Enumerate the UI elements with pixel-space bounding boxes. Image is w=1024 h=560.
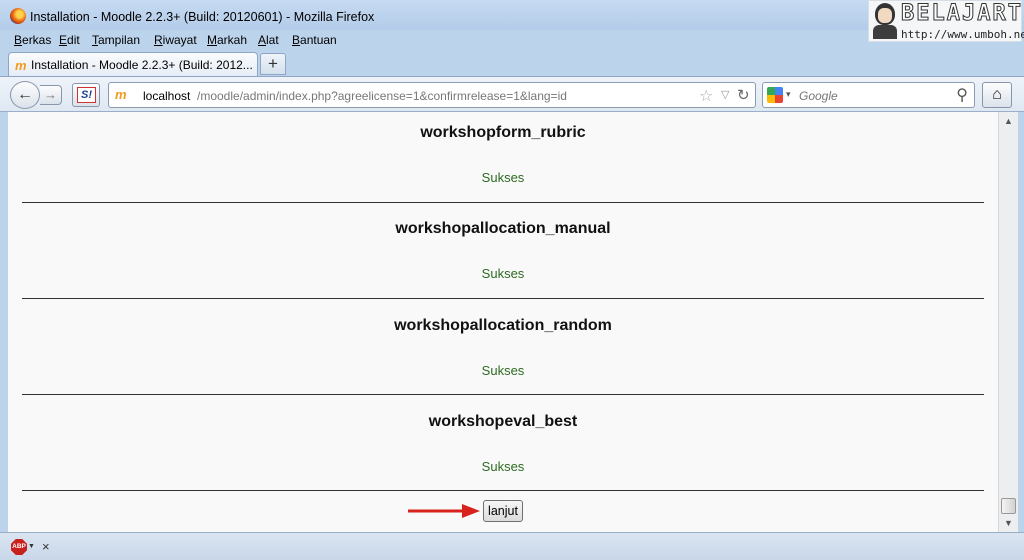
section-divider [22,202,984,203]
status-success: Sukses [481,459,525,474]
status-success: Sukses [481,363,525,378]
plugin-heading: workshopallocation_random [394,317,612,334]
addon-bar: ABP ▼ × [0,532,1024,560]
scroll-down-arrow-icon[interactable]: ▼ [999,514,1018,532]
url-bar[interactable]: m localhost /moodle/admin/index.php?agre… [108,82,756,108]
back-button[interactable]: ← [10,81,40,109]
home-button[interactable]: ⌂ [982,82,1012,108]
si-addon-button[interactable]: S! [72,83,100,107]
section-divider [22,394,984,395]
url-history-dropdown-icon[interactable]: ▽ [721,88,729,101]
tab-strip: m Installation - Moodle 2.2.3+ (Build: 2… [0,50,1024,76]
plugin-heading: workshopallocation_manual [395,220,611,237]
continue-button[interactable]: lanjut [483,500,523,522]
menu-item-alat[interactable]: Alat [258,33,279,47]
menu-item-riwayat[interactable]: Riwayat [154,33,197,47]
search-input[interactable]: Google [799,89,838,103]
plugin-heading: workshopeval_best [428,413,578,430]
annotation-arrow-icon [408,504,480,518]
close-addon-bar-icon[interactable]: × [42,539,50,554]
menu-item-markah[interactable]: Markah [207,33,247,47]
google-engine-icon[interactable] [767,87,783,103]
site-favicon-icon: m [115,87,127,102]
watermark-logo-text: BELAJARTIK [900,1,1024,27]
scroll-up-arrow-icon[interactable]: ▲ [999,112,1018,130]
new-tab-button[interactable]: + [260,53,286,75]
adblock-dropdown-icon[interactable]: ▼ [28,543,35,550]
search-engine-dropdown-icon[interactable]: ▾ [786,89,791,100]
window-left-frame [0,112,8,532]
forward-button[interactable]: → [40,85,62,105]
menu-item-tampilan[interactable]: Tampilan [92,33,140,47]
plugin-heading: workshopform_rubric [420,124,586,141]
url-host: localhost [143,89,191,103]
url-path: /moodle/admin/index.php?agreelicense=1&c… [197,89,567,103]
menu-bar: Berkas Edit Tampilan Riwayat Markah Alat… [0,30,868,50]
tab-moodle-installation[interactable]: m Installation - Moodle 2.2.3+ (Build: 2… [8,52,258,76]
status-success: Sukses [481,266,525,281]
search-icon[interactable]: ⚲ [956,85,968,105]
firefox-icon [10,8,26,24]
menu-item-berkas[interactable]: Berkas [14,33,51,47]
watermark-logo: BELAJARTIK http://www.umboh.net [868,0,1024,42]
tab-title: Installation - Moodle 2.2.3+ (Build: 201… [31,58,253,72]
scrollbar-thumb[interactable] [1001,498,1016,514]
bookmark-star-icon[interactable]: ☆ [699,86,713,106]
section-divider [22,298,984,299]
page-content: workshopform_rubric Sukses workshopalloc… [8,112,998,532]
search-bar[interactable]: ▾ Google ⚲ [762,82,975,108]
vertical-scrollbar[interactable]: ▲ ▼ [998,112,1018,532]
menu-item-edit[interactable]: Edit [59,33,80,47]
window-right-frame [1018,112,1024,532]
section-divider [22,490,984,491]
reload-icon[interactable]: ↻ [737,86,750,104]
window-title: Installation - Moodle 2.2.3+ (Build: 201… [30,10,375,24]
avatar-icon [873,3,897,39]
navigation-toolbar: ← → S! m localhost /moodle/admin/index.p… [0,76,1024,112]
menu-item-bantuan[interactable]: Bantuan [292,33,337,47]
watermark-url: http://www.umboh.net [901,28,1024,41]
status-success: Sukses [481,170,525,185]
moodle-icon: m [15,58,27,73]
si-addon-icon: S! [77,87,96,103]
adblock-plus-icon[interactable]: ABP [11,539,27,555]
